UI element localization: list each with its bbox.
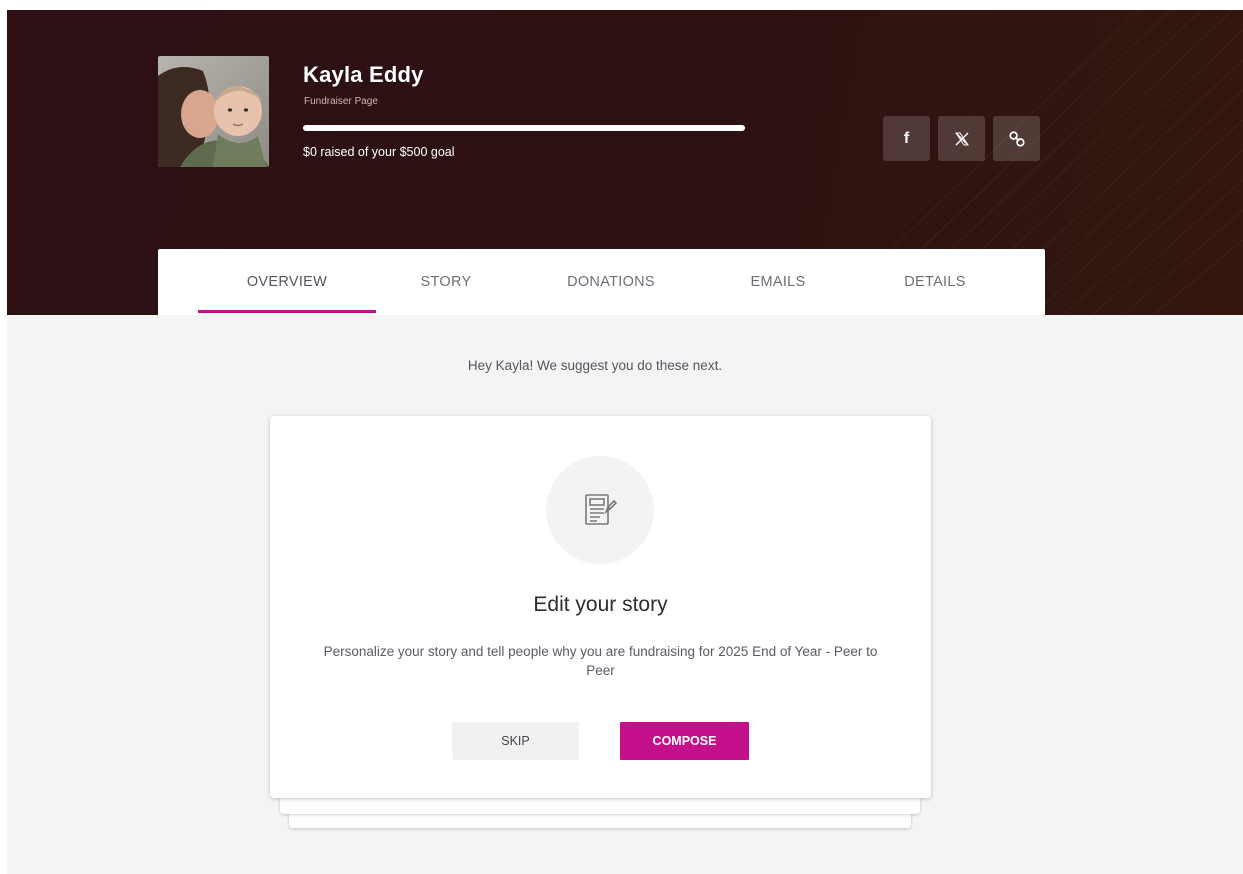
fundraising-progress-bar: [303, 125, 745, 131]
page-viewport: Kayla Eddy Fundraiser Page $0 raised of …: [7, 10, 1243, 874]
link-icon: [1008, 130, 1025, 147]
tab-label: STORY: [420, 274, 472, 290]
profile-subtitle: Fundraiser Page: [304, 96, 378, 107]
tab-story[interactable]: STORY: [406, 249, 486, 315]
facebook-icon: f: [903, 129, 910, 147]
tab-label: DETAILS: [904, 274, 966, 290]
card-title: Edit your story: [533, 593, 668, 616]
share-x-button[interactable]: [938, 116, 985, 161]
suggestion-card: Edit your story Personalize your story a…: [270, 416, 931, 798]
active-tab-indicator: [198, 310, 376, 313]
tab-label: EMAILS: [750, 274, 806, 290]
suggestion-text: Hey Kayla! We suggest you do these next.: [467, 358, 723, 373]
card-description: Personalize your story and tell people w…: [323, 644, 878, 678]
tab-label: DONATIONS: [567, 274, 655, 290]
share-facebook-button[interactable]: f: [883, 116, 930, 161]
profile-name: Kayla Eddy: [303, 62, 424, 87]
tab-emails[interactable]: EMAILS: [728, 249, 828, 315]
avatar: [158, 56, 269, 167]
x-icon: [954, 132, 969, 145]
tab-details[interactable]: DETAILS: [880, 249, 990, 315]
hero-banner: Kayla Eddy Fundraiser Page $0 raised of …: [7, 10, 1243, 315]
tab-overview[interactable]: OVERVIEW: [198, 249, 376, 315]
tab-donations[interactable]: DONATIONS: [546, 249, 676, 315]
share-buttons: f: [883, 116, 1040, 161]
skip-button[interactable]: SKIP: [452, 722, 579, 760]
copy-link-button[interactable]: [993, 116, 1040, 161]
avatar-photo: [158, 56, 269, 167]
compose-button[interactable]: COMPOSE: [620, 722, 749, 760]
card-icon-circle: [546, 456, 654, 564]
raised-amount-text: $0 raised of your $500 goal: [303, 145, 455, 159]
document-edit-icon: [585, 494, 618, 525]
tab-bar: OVERVIEW STORY DONATIONS EMAILS DETAILS: [158, 249, 1045, 315]
progress-fill: [303, 125, 745, 131]
tab-label: OVERVIEW: [246, 274, 328, 290]
